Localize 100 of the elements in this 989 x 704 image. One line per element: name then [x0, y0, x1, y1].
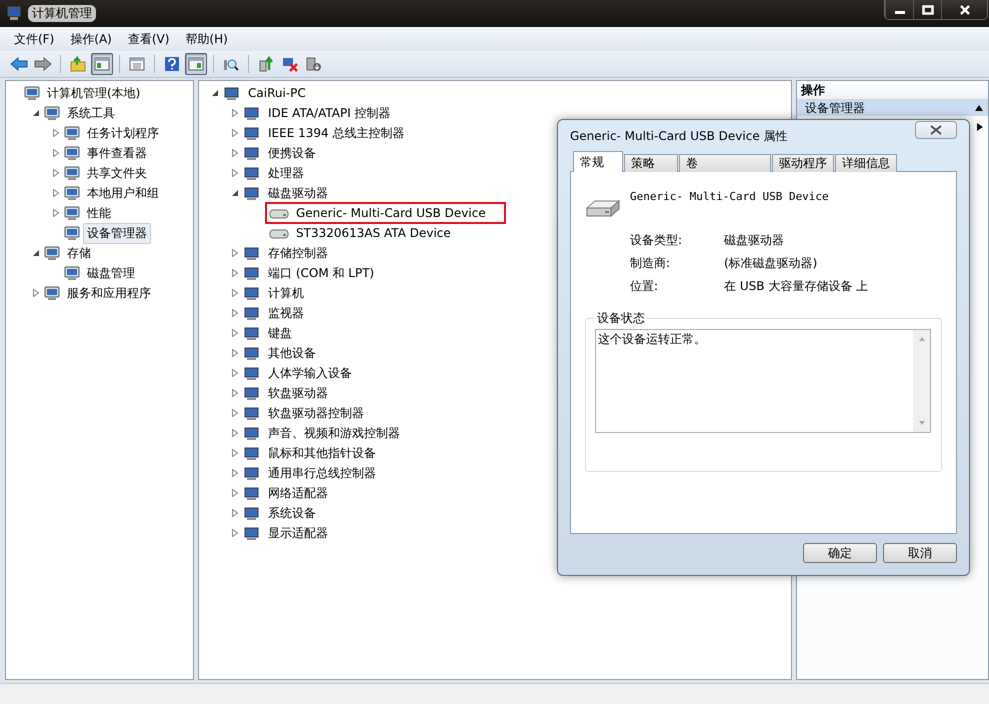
- expand-triangle-icon[interactable]: [231, 369, 239, 377]
- tree-item[interactable]: 存储控制器: [264, 242, 332, 264]
- tab[interactable]: 策略: [624, 154, 678, 172]
- expand-triangle-icon[interactable]: [231, 409, 239, 417]
- tab[interactable]: 常规: [573, 151, 623, 172]
- collapse-triangle-icon[interactable]: [32, 109, 40, 117]
- expand-triangle-icon[interactable]: [52, 189, 60, 197]
- tree-item[interactable]: ST3320613AS ATA Device: [292, 224, 455, 242]
- tree-item[interactable]: 磁盘驱动器: [264, 182, 332, 204]
- collapse-triangle-icon[interactable]: [211, 89, 219, 97]
- status-text-box[interactable]: 这个设备运转正常。: [595, 329, 931, 433]
- expand-triangle-icon[interactable]: [52, 209, 60, 217]
- expand-triangle-icon[interactable]: [231, 109, 239, 117]
- tree-item[interactable]: 网络适配器: [264, 482, 332, 504]
- tree-item[interactable]: IEEE 1394 总线主控制器: [264, 122, 408, 144]
- expand-triangle-icon[interactable]: [231, 349, 239, 357]
- tree-item[interactable]: 性能: [83, 202, 115, 224]
- tree-item[interactable]: Generic- Multi-Card USB Device: [292, 204, 490, 222]
- device-name: Generic- Multi-Card USB Device: [630, 190, 829, 203]
- tree-item[interactable]: 软盘驱动器控制器: [264, 402, 368, 424]
- submenu-arrow-icon[interactable]: [976, 122, 984, 132]
- drive-icon: [585, 198, 621, 220]
- tree-item[interactable]: 显示适配器: [264, 522, 332, 544]
- collapse-arrow-icon[interactable]: [974, 104, 984, 112]
- property-value: (标准磁盘驱动器): [724, 255, 818, 272]
- scrollbar[interactable]: [913, 330, 930, 432]
- expand-triangle-icon[interactable]: [231, 489, 239, 497]
- tab[interactable]: 卷: [679, 154, 771, 172]
- device-icon: [243, 385, 261, 401]
- collapse-triangle-icon[interactable]: [231, 189, 239, 197]
- expand-triangle-icon[interactable]: [231, 309, 239, 317]
- expand-triangle-icon[interactable]: [231, 149, 239, 157]
- tree-item[interactable]: 计算机管理(本地): [43, 82, 144, 104]
- tree-item[interactable]: 人体学输入设备: [264, 362, 356, 384]
- expand-triangle-icon[interactable]: [231, 169, 239, 177]
- action-pane-button[interactable]: [185, 53, 207, 75]
- scroll-down-icon[interactable]: [918, 420, 926, 426]
- tree-item[interactable]: 软盘驱动器: [264, 382, 332, 404]
- tree-item[interactable]: 任务计划程序: [83, 122, 163, 144]
- tree-item[interactable]: 鼠标和其他指针设备: [264, 442, 380, 464]
- disable-device-icon: [282, 56, 298, 72]
- cancel-button[interactable]: 取消: [883, 543, 957, 563]
- expand-triangle-icon[interactable]: [231, 429, 239, 437]
- tree-item[interactable]: IDE ATA/ATAPI 控制器: [264, 102, 395, 124]
- device-icon: [243, 325, 261, 341]
- tree-item[interactable]: 便携设备: [264, 142, 320, 164]
- expand-triangle-icon[interactable]: [231, 529, 239, 537]
- expand-triangle-icon[interactable]: [231, 129, 239, 137]
- tree-item[interactable]: 其他设备: [264, 342, 320, 364]
- tree-item[interactable]: 计算机: [264, 282, 308, 304]
- property-label: 设备类型:: [630, 232, 684, 249]
- expand-triangle-icon[interactable]: [231, 449, 239, 457]
- tree-item[interactable]: 磁盘管理: [83, 262, 139, 284]
- expand-triangle-icon[interactable]: [231, 269, 239, 277]
- tree-item[interactable]: 系统工具: [63, 102, 119, 124]
- maximize-icon: [922, 4, 934, 14]
- expand-triangle-icon[interactable]: [52, 149, 60, 157]
- tree-item[interactable]: 服务和应用程序: [63, 282, 155, 304]
- tree-item[interactable]: 监视器: [264, 302, 308, 324]
- pane-icon: [94, 56, 110, 72]
- collapse-triangle-icon[interactable]: [32, 249, 40, 257]
- expand-triangle-icon[interactable]: [231, 249, 239, 257]
- tree-item[interactable]: 端口 (COM 和 LPT): [264, 262, 378, 284]
- expand-triangle-icon[interactable]: [231, 329, 239, 337]
- tree-item[interactable]: 键盘: [264, 322, 296, 344]
- tree-item[interactable]: 声音、视频和游戏控制器: [264, 422, 404, 444]
- maximize-button[interactable]: [913, 0, 941, 19]
- expand-triangle-icon[interactable]: [52, 129, 60, 137]
- close-button[interactable]: [941, 0, 987, 19]
- menu-item[interactable]: 操作(A): [64, 28, 118, 50]
- tree-item[interactable]: 事件查看器: [83, 142, 151, 164]
- tree-item[interactable]: 设备管理器: [83, 222, 151, 244]
- menu-item[interactable]: 查看(V): [122, 28, 176, 50]
- tree-item[interactable]: 共享文件夹: [83, 162, 151, 184]
- close-button[interactable]: [915, 121, 957, 139]
- tree-item[interactable]: 通用串行总线控制器: [264, 462, 380, 484]
- tree-item[interactable]: 处理器: [264, 162, 308, 184]
- expand-triangle-icon[interactable]: [52, 169, 60, 177]
- tree-pane-button[interactable]: [91, 53, 113, 75]
- tree-item[interactable]: CaiRui-PC: [244, 84, 310, 102]
- expand-triangle-icon[interactable]: [231, 509, 239, 517]
- folder-up-icon: [70, 56, 86, 72]
- tab[interactable]: 驱动程序: [772, 154, 834, 172]
- device-icon: [243, 425, 261, 441]
- expand-triangle-icon[interactable]: [231, 389, 239, 397]
- tree-item[interactable]: 系统设备: [264, 502, 320, 524]
- node-icon: [64, 265, 80, 281]
- minimize-button[interactable]: [885, 0, 913, 19]
- ok-button[interactable]: 确定: [803, 543, 877, 563]
- menu-item[interactable]: 文件(F): [8, 28, 60, 50]
- expand-triangle-icon[interactable]: [32, 289, 40, 297]
- minimize-icon: [894, 10, 904, 14]
- device-icon: [243, 285, 261, 301]
- menu-item[interactable]: 帮助(H): [179, 28, 234, 50]
- scroll-up-icon[interactable]: [918, 336, 926, 342]
- tree-item[interactable]: 存储: [63, 242, 95, 264]
- tree-item[interactable]: 本地用户和组: [83, 182, 163, 204]
- tab[interactable]: 详细信息: [835, 154, 897, 172]
- expand-triangle-icon[interactable]: [231, 289, 239, 297]
- expand-triangle-icon[interactable]: [231, 469, 239, 477]
